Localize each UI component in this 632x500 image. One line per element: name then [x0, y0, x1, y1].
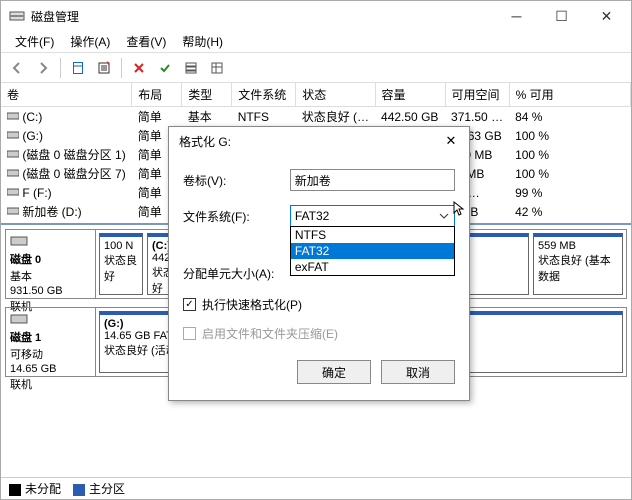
disk-1-status: 联机 [10, 376, 91, 392]
close-button[interactable]: ✕ [584, 1, 629, 31]
col-filesystem[interactable]: 文件系统 [232, 83, 296, 107]
disk-1-type: 可移动 [10, 346, 91, 362]
allocation-label: 分配单元大小(A): [183, 265, 293, 282]
list-view-button[interactable] [179, 56, 203, 80]
check-button[interactable] [153, 56, 177, 80]
ok-button[interactable]: 确定 [297, 360, 371, 384]
volume-label-input[interactable] [290, 169, 455, 191]
detail-view-button[interactable] [205, 56, 229, 80]
compression-label: 启用文件和文件夹压缩(E) [202, 325, 338, 342]
volume-icon [7, 205, 22, 219]
app-icon [9, 8, 25, 24]
menu-file[interactable]: 文件(F) [7, 31, 62, 52]
disk-icon [10, 234, 28, 248]
forward-button[interactable] [31, 56, 55, 80]
col-status[interactable]: 状态 [296, 83, 375, 107]
fs-option-exfat[interactable]: exFAT [291, 259, 454, 275]
compression-checkbox [183, 327, 196, 340]
delete-button[interactable] [127, 56, 151, 80]
volume-icon [7, 148, 22, 162]
menu-action[interactable]: 操作(A) [62, 31, 118, 52]
format-dialog: 格式化 G: ✕ 卷标(V): 文件系统(F): FAT32 NTFS FAT3… [168, 126, 470, 401]
disk-1-name: 磁盘 1 [10, 329, 91, 345]
quick-format-label: 执行快速格式化(P) [202, 296, 302, 313]
fs-option-ntfs[interactable]: NTFS [291, 227, 454, 243]
disk-icon [10, 312, 28, 326]
menu-view[interactable]: 查看(V) [118, 31, 174, 52]
back-button[interactable] [5, 56, 29, 80]
cancel-button[interactable]: 取消 [381, 360, 455, 384]
partition[interactable]: 100 N状态良好 [99, 233, 143, 295]
maximize-button[interactable]: ☐ [539, 1, 584, 31]
filesystem-label: 文件系统(F): [183, 208, 290, 225]
volume-icon [7, 129, 22, 143]
dialog-close-button[interactable]: ✕ [437, 130, 465, 152]
disk-0-name: 磁盘 0 [10, 251, 91, 267]
table-row[interactable]: (C:)简单基本NTFS状态良好 (…442.50 GB371.50 …84 % [1, 107, 631, 127]
col-free[interactable]: 可用空间 [445, 83, 509, 107]
disk-0-size: 931.50 GB [10, 285, 91, 297]
disk-1-size: 14.65 GB [10, 363, 91, 375]
col-capacity[interactable]: 容量 [375, 83, 445, 107]
window-title: 磁盘管理 [31, 8, 494, 25]
menu-help[interactable]: 帮助(H) [174, 31, 231, 52]
minimize-button[interactable]: ─ [494, 1, 539, 31]
volume-icon [7, 167, 22, 181]
filesystem-dropdown: NTFS FAT32 exFAT [290, 226, 455, 276]
legend-primary: 主分区 [73, 480, 125, 497]
col-type[interactable]: 类型 [182, 83, 232, 107]
legend-unallocated: 未分配 [9, 480, 61, 497]
refresh-button[interactable] [66, 56, 90, 80]
dialog-title: 格式化 G: [179, 133, 437, 150]
col-layout[interactable]: 布局 [132, 83, 182, 107]
volume-label-label: 卷标(V): [183, 172, 290, 189]
filesystem-combo[interactable]: FAT32 NTFS FAT32 exFAT [290, 205, 455, 227]
volume-icon [7, 186, 22, 200]
col-percent[interactable]: % 可用 [509, 83, 630, 107]
filesystem-value: FAT32 [295, 209, 329, 223]
properties-button[interactable] [92, 56, 116, 80]
volume-icon [7, 110, 22, 124]
chevron-down-icon [436, 208, 452, 224]
disk-0-type: 基本 [10, 268, 91, 284]
fs-option-fat32[interactable]: FAT32 [291, 243, 454, 259]
col-volume[interactable]: 卷 [1, 83, 132, 107]
partition[interactable]: 559 MB状态良好 (基本数据 [533, 233, 623, 295]
quick-format-checkbox[interactable]: ✓ [183, 298, 196, 311]
